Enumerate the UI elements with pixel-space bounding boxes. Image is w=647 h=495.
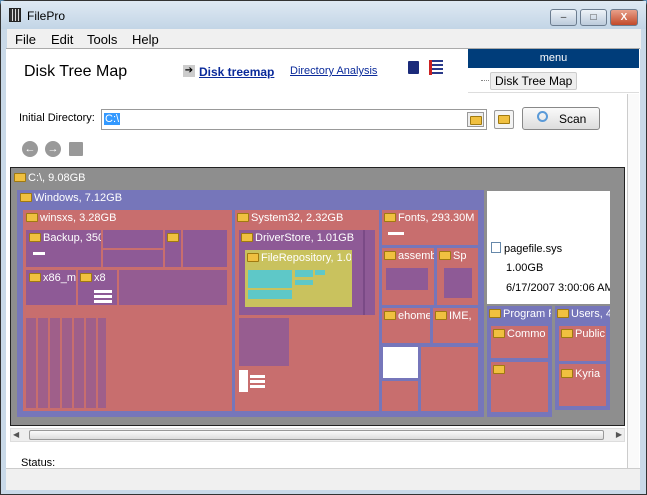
tm-users-label: Users, 4 [557, 308, 610, 320]
tm-block [103, 230, 163, 248]
menu-tools[interactable]: Tools [87, 32, 117, 47]
tm-block [239, 318, 289, 366]
tm-ehome-label: ehome [384, 310, 430, 322]
tm-file [388, 232, 404, 235]
status-bar: Status: [6, 457, 640, 490]
tm-public-label: Public [561, 328, 606, 340]
app-icon [9, 8, 21, 22]
close-button[interactable]: X [610, 9, 638, 26]
nav-directory-analysis[interactable]: Directory Analysis [290, 65, 377, 77]
tm-file [315, 270, 325, 275]
tm-windows-label: Windows, 7.12GB [20, 192, 122, 204]
directory-input[interactable]: C:\ [101, 109, 487, 130]
tm-file [295, 280, 313, 285]
tm-block [119, 270, 227, 305]
save-icon[interactable] [408, 61, 419, 74]
tm-program-files-label: Program F [489, 308, 551, 320]
tm-block [421, 347, 478, 411]
tm-file [33, 252, 45, 255]
tm-kyria-label: Kyria [561, 368, 606, 380]
tm-block [491, 362, 548, 412]
browse-folder-icon[interactable] [467, 112, 484, 127]
side-menu-item-disk-tree-map[interactable]: Disk Tree Map [490, 72, 578, 90]
scroll-right-icon: ▶ [615, 430, 622, 439]
tm-pagefile-date: 6/17/2007 3:00:06 AM [506, 282, 610, 294]
tm-backup-label: Backup, 350.0 [29, 232, 101, 244]
tm-system32-label: System32, 2.32GB [237, 212, 343, 224]
status-label: Status: [21, 457, 56, 469]
arrow-right-icon: ➔ [183, 65, 195, 77]
tm-block [386, 268, 428, 290]
tm-winsxs-label: winsxs, 3.28GB [26, 212, 116, 224]
directory-value: C:\ [104, 113, 121, 125]
vertical-scrollbar[interactable] [627, 94, 639, 468]
minimize-button[interactable]: – [550, 9, 577, 26]
maximize-button[interactable]: □ [580, 9, 607, 26]
page-title: Disk Tree Map [24, 63, 128, 80]
tm-block [165, 230, 181, 267]
tm-block [103, 250, 163, 267]
tm-file [248, 290, 292, 299]
tm-assembly-label: assembl [384, 250, 434, 262]
tm-file [239, 370, 248, 392]
tm-file [248, 270, 292, 288]
tm-files [94, 290, 112, 304]
title-bar: FilePro – □ X [1, 1, 646, 29]
nav-disk-treemap[interactable]: Disk treemap [199, 65, 274, 79]
tm-block [183, 230, 227, 267]
scroll-thumb[interactable] [29, 430, 604, 440]
tm-small-blocks [26, 318, 106, 408]
tm-driverstore-label: DriverStore, 1.01GB [241, 232, 366, 244]
open-folder-button[interactable] [494, 110, 514, 129]
side-menu-header: menu [468, 49, 639, 68]
horizontal-scrollbar[interactable]: ◀ ▶ [10, 428, 625, 442]
file-icon [491, 242, 501, 253]
menu-help[interactable]: Help [132, 32, 159, 47]
directory-label: Initial Directory: [19, 112, 95, 124]
tm-file [383, 347, 418, 378]
tm-block [382, 381, 418, 411]
tm-block [444, 268, 472, 298]
magnifier-icon [537, 111, 548, 122]
tm-filerepository-label: FileRepository, 1.0 [247, 252, 351, 264]
tm-pagefile-name: pagefile.sys [491, 242, 562, 255]
tm-x-other-label: x8 [80, 272, 116, 284]
forward-icon[interactable]: → [45, 141, 61, 157]
tm-x86-label: x86_mic [29, 272, 76, 284]
tm-file [295, 270, 313, 277]
scan-button[interactable]: Scan [522, 107, 600, 130]
back-icon[interactable]: ← [22, 141, 38, 157]
tm-root-label[interactable]: C:\, 9.08GB [14, 172, 85, 184]
menu-file[interactable]: File [15, 32, 36, 47]
tm-common-label: Commo [493, 328, 548, 340]
tm-files [250, 375, 265, 390]
menu-bar: File Edit Tools Help [7, 29, 641, 49]
tm-ime-label: IME, [435, 310, 478, 322]
tree-line [481, 80, 489, 81]
tm-pagefile-size: 1.00GB [506, 262, 544, 274]
scroll-left-icon: ◀ [13, 430, 20, 439]
tm-fonts-label: Fonts, 293.30M [384, 212, 478, 224]
window-title: FilePro [27, 9, 66, 23]
report-icon[interactable] [429, 60, 443, 75]
up-folder-icon[interactable] [69, 142, 83, 156]
tm-sp-label: Sp [439, 250, 477, 262]
menu-edit[interactable]: Edit [51, 32, 73, 47]
